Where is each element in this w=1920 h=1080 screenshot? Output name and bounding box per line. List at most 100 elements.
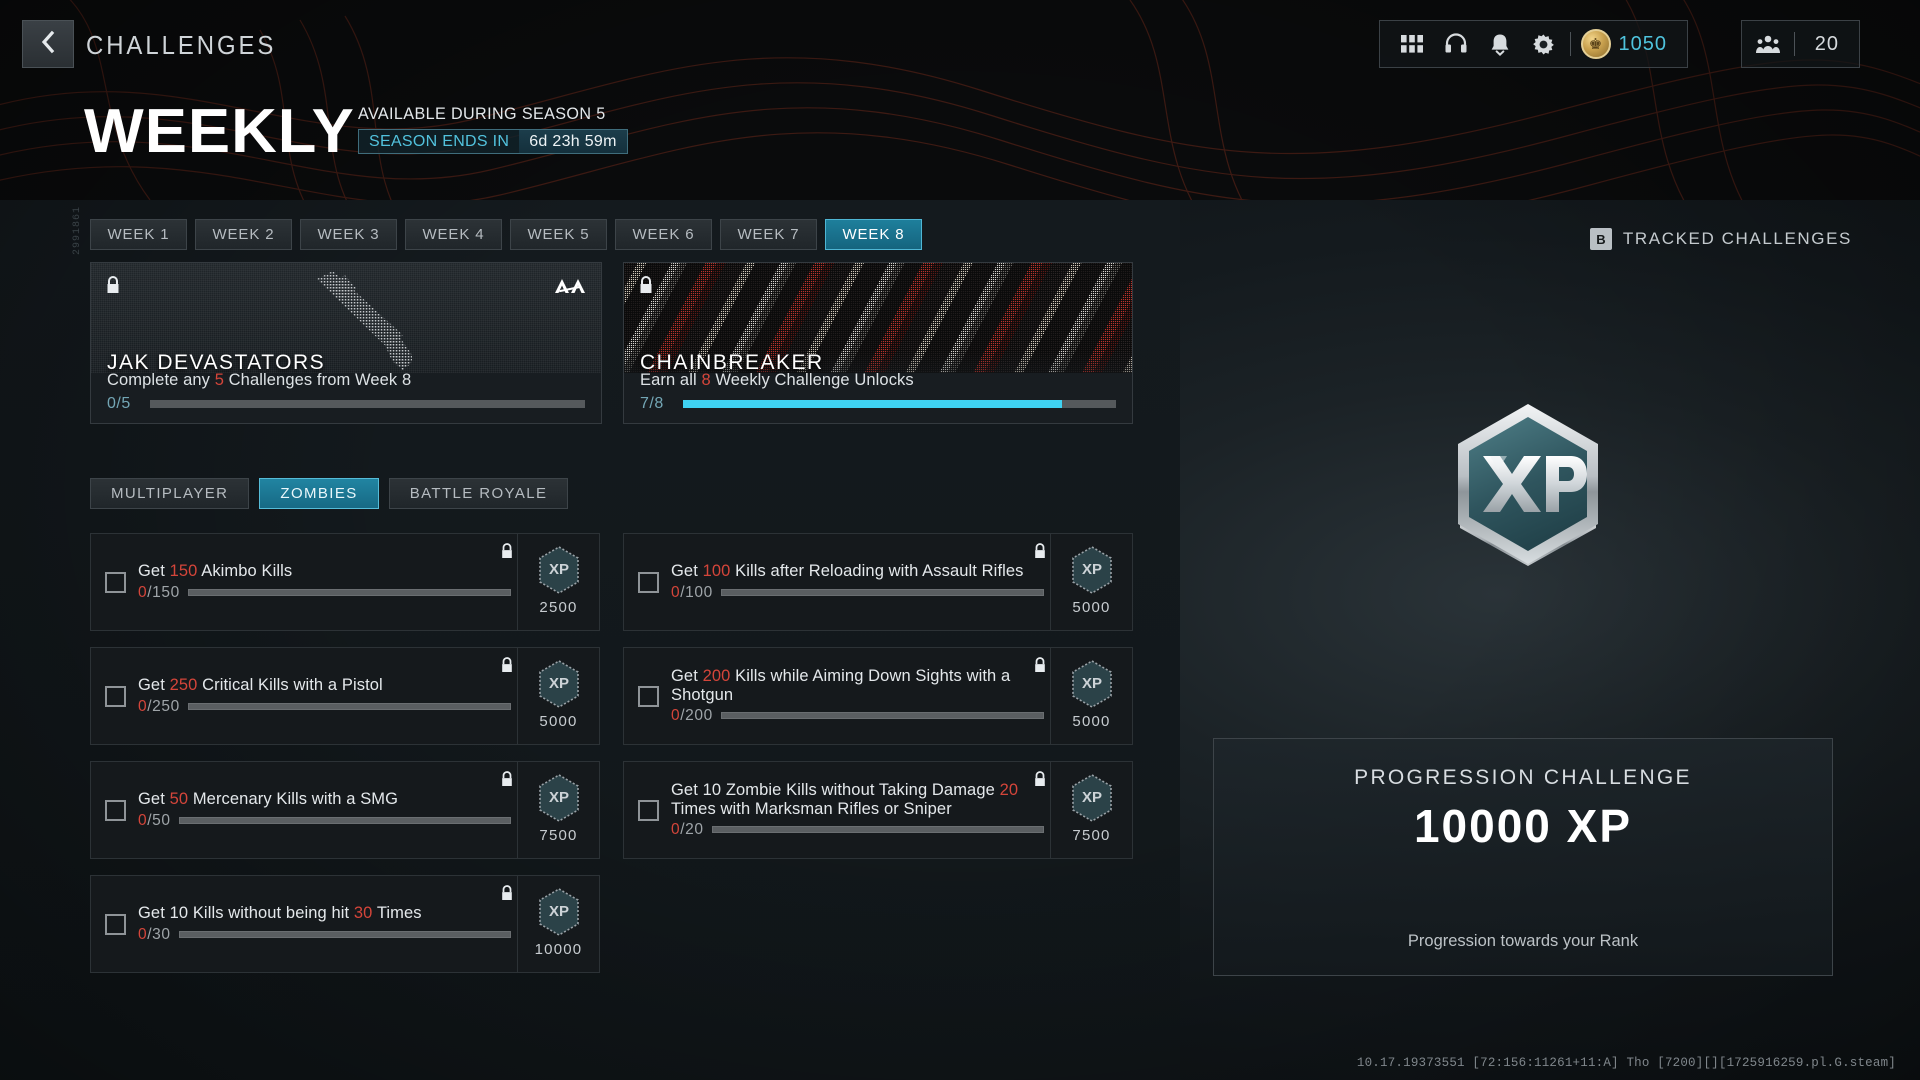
xp-hex-icon: XP: [537, 545, 581, 595]
challenge-row[interactable]: Get 200 Kills while Aiming Down Sights w…: [623, 647, 1133, 745]
challenge-target-number: 20: [1000, 781, 1019, 799]
hero-meta: AVAILABLE DURING SEASON 5 SEASON ENDS IN…: [358, 104, 628, 154]
challenge-fraction: 0/30: [138, 926, 171, 944]
challenge-reward: XP5000: [517, 648, 599, 744]
challenge-checkbox[interactable]: [105, 686, 126, 707]
aftermarket-parts-icon: [553, 277, 587, 300]
challenge-target-number: 150: [170, 562, 198, 580]
challenge-xp-amount: 5000: [1072, 713, 1110, 730]
reward-card-fraction-2: 7/8: [640, 395, 674, 413]
challenge-goal-value: /20: [680, 821, 703, 838]
mode-tab-zombies[interactable]: ZOMBIES: [259, 478, 378, 509]
hud-divider-2: [1794, 32, 1795, 56]
challenge-current-value: 0: [138, 926, 147, 943]
challenge-current-value: 0: [671, 821, 680, 838]
challenge-checkbox[interactable]: [105, 914, 126, 935]
chevron-left-icon: [38, 30, 58, 59]
xp-hex-icon: XP: [1070, 545, 1114, 595]
challenge-description: Get 10 Kills without being hit 30 Times: [138, 904, 511, 922]
reward-card-description-2: Earn all 8 Weekly Challenge Unlocks: [640, 371, 1116, 390]
lock-icon: [500, 770, 514, 793]
week-tab-label: WEEK 1: [107, 226, 169, 243]
headset-icon[interactable]: [1434, 21, 1478, 67]
challenge-main: Get 50 Mercenary Kills with a SMG0/50: [91, 762, 517, 858]
week-tab-bar: WEEK 1 WEEK 2 WEEK 3 WEEK 4 WEEK 5 WEEK 6 WEEK…: [90, 219, 922, 250]
challenge-row[interactable]: Get 150 Akimbo Kills0/150 XP 2500: [90, 533, 600, 631]
currency-display[interactable]: ♚ 1050: [1575, 29, 1678, 59]
mode-tab-multiplayer[interactable]: MULTIPLAYER: [90, 478, 249, 509]
tracked-challenges-button[interactable]: B TRACKED CHALLENGES: [1590, 228, 1852, 250]
challenge-goal-value: /100: [680, 584, 713, 601]
challenge-reward: XP 2500: [517, 534, 599, 630]
challenge-text: Get 100 Kills after Reloading with Assau…: [671, 562, 1044, 601]
challenge-main: Get 100 Kills after Reloading with Assau…: [624, 534, 1050, 630]
week-tab-3[interactable]: WEEK 3: [300, 219, 397, 250]
challenge-fraction: 0/20: [671, 821, 704, 839]
week-tab-label: WEEK 5: [527, 226, 589, 243]
reward-card-body: Complete any 5 Challenges from Week 8 0/…: [107, 371, 585, 413]
challenge-checkbox[interactable]: [105, 572, 126, 593]
bell-icon[interactable]: [1478, 21, 1522, 67]
week-tab-1[interactable]: WEEK 1: [90, 219, 187, 250]
challenge-row[interactable]: Get 50 Mercenary Kills with a SMG0/50XP7…: [90, 761, 600, 859]
challenge-row[interactable]: Get 250 Critical Kills with a Pistol0/25…: [90, 647, 600, 745]
hero-section: 2991861 WEEKLY AVAILABLE DURING SEASON 5…: [0, 88, 1920, 194]
challenge-reward: XP10000: [517, 876, 599, 972]
mode-tab-battle-royale[interactable]: BATTLE ROYALE: [389, 478, 569, 509]
hud-divider: [1570, 32, 1571, 56]
xp-emblem-icon: [1438, 398, 1618, 598]
week-tab-7[interactable]: WEEK 7: [720, 219, 817, 250]
season-timer: SEASON ENDS IN 6d 23h 59m: [358, 129, 628, 154]
challenge-row[interactable]: Get 100 Kills after Reloading with Assau…: [623, 533, 1133, 631]
reward-card-progress: 0/5: [107, 395, 585, 413]
challenge-xp-amount: 2500: [539, 599, 577, 616]
svg-text:XP: XP: [1081, 561, 1101, 578]
reward-card-progress-fill-2: [683, 400, 1062, 408]
week-tab-label: WEEK 2: [212, 226, 274, 243]
challenge-checkbox[interactable]: [638, 572, 659, 593]
week-tab-5[interactable]: WEEK 5: [510, 219, 607, 250]
gear-icon[interactable]: [1522, 21, 1566, 67]
challenge-row[interactable]: Get 10 Zombie Kills without Taking Damag…: [623, 761, 1133, 859]
challenge-fraction: 0/250: [138, 698, 180, 716]
challenge-desc-part: Get: [138, 790, 170, 808]
reward-card-jak-devastators[interactable]: JAK DEVASTATORS Complete any 5 Challenge…: [90, 262, 602, 424]
challenge-target-number: 50: [170, 790, 189, 808]
week-tab-2[interactable]: WEEK 2: [195, 219, 292, 250]
week-tab-label: WEEK 7: [737, 226, 799, 243]
squad-icon[interactable]: [1746, 21, 1790, 67]
challenge-checkbox[interactable]: [105, 800, 126, 821]
challenge-target-number: 250: [170, 676, 198, 694]
challenge-fraction: 0/150: [138, 584, 180, 602]
challenge-description: Get 10 Zombie Kills without Taking Damag…: [671, 781, 1044, 818]
challenge-progress: 0/100: [671, 584, 1044, 602]
desc-pre-2: Earn all: [640, 371, 701, 389]
challenge-checkbox[interactable]: [638, 800, 659, 821]
grid-apps-icon[interactable]: [1390, 21, 1434, 67]
challenge-progress-bar: [188, 589, 511, 596]
challenge-progress: 0/150: [138, 584, 511, 602]
challenge-desc-part: Critical Kills with a Pistol: [197, 676, 382, 694]
challenge-row[interactable]: Get 10 Kills without being hit 30 Times 0…: [90, 875, 600, 973]
svg-text:XP: XP: [1081, 675, 1101, 692]
challenge-text: Get 10 Kills without being hit 30 Times 0…: [138, 904, 511, 943]
svg-text:XP: XP: [1081, 789, 1101, 806]
desc-highlight-2: 8: [701, 371, 710, 389]
challenge-desc-part: Kills after Reloading with Assault Rifle…: [730, 562, 1023, 580]
reward-card-chainbreaker[interactable]: CHAINBREAKER Earn all 8 Weekly Challenge…: [623, 262, 1133, 424]
challenge-progress: 0/50: [138, 812, 511, 830]
challenge-main: Get 150 Akimbo Kills0/150: [91, 534, 517, 630]
challenge-checkbox[interactable]: [638, 686, 659, 707]
xp-hex-icon: XP: [537, 887, 581, 937]
challenge-list-right: Get 100 Kills after Reloading with Assau…: [623, 533, 1133, 875]
challenge-desc-part: Get: [671, 667, 703, 685]
svg-text:XP: XP: [548, 903, 568, 920]
lock-icon: [105, 275, 121, 300]
challenge-progress: 0/20: [671, 821, 1044, 839]
challenge-main: Get 200 Kills while Aiming Down Sights w…: [624, 648, 1050, 744]
back-button[interactable]: [22, 20, 74, 68]
week-tab-6[interactable]: WEEK 6: [615, 219, 712, 250]
challenge-target-number: 100: [703, 562, 731, 580]
week-tab-8[interactable]: WEEK 8: [825, 219, 922, 250]
week-tab-4[interactable]: WEEK 4: [405, 219, 502, 250]
